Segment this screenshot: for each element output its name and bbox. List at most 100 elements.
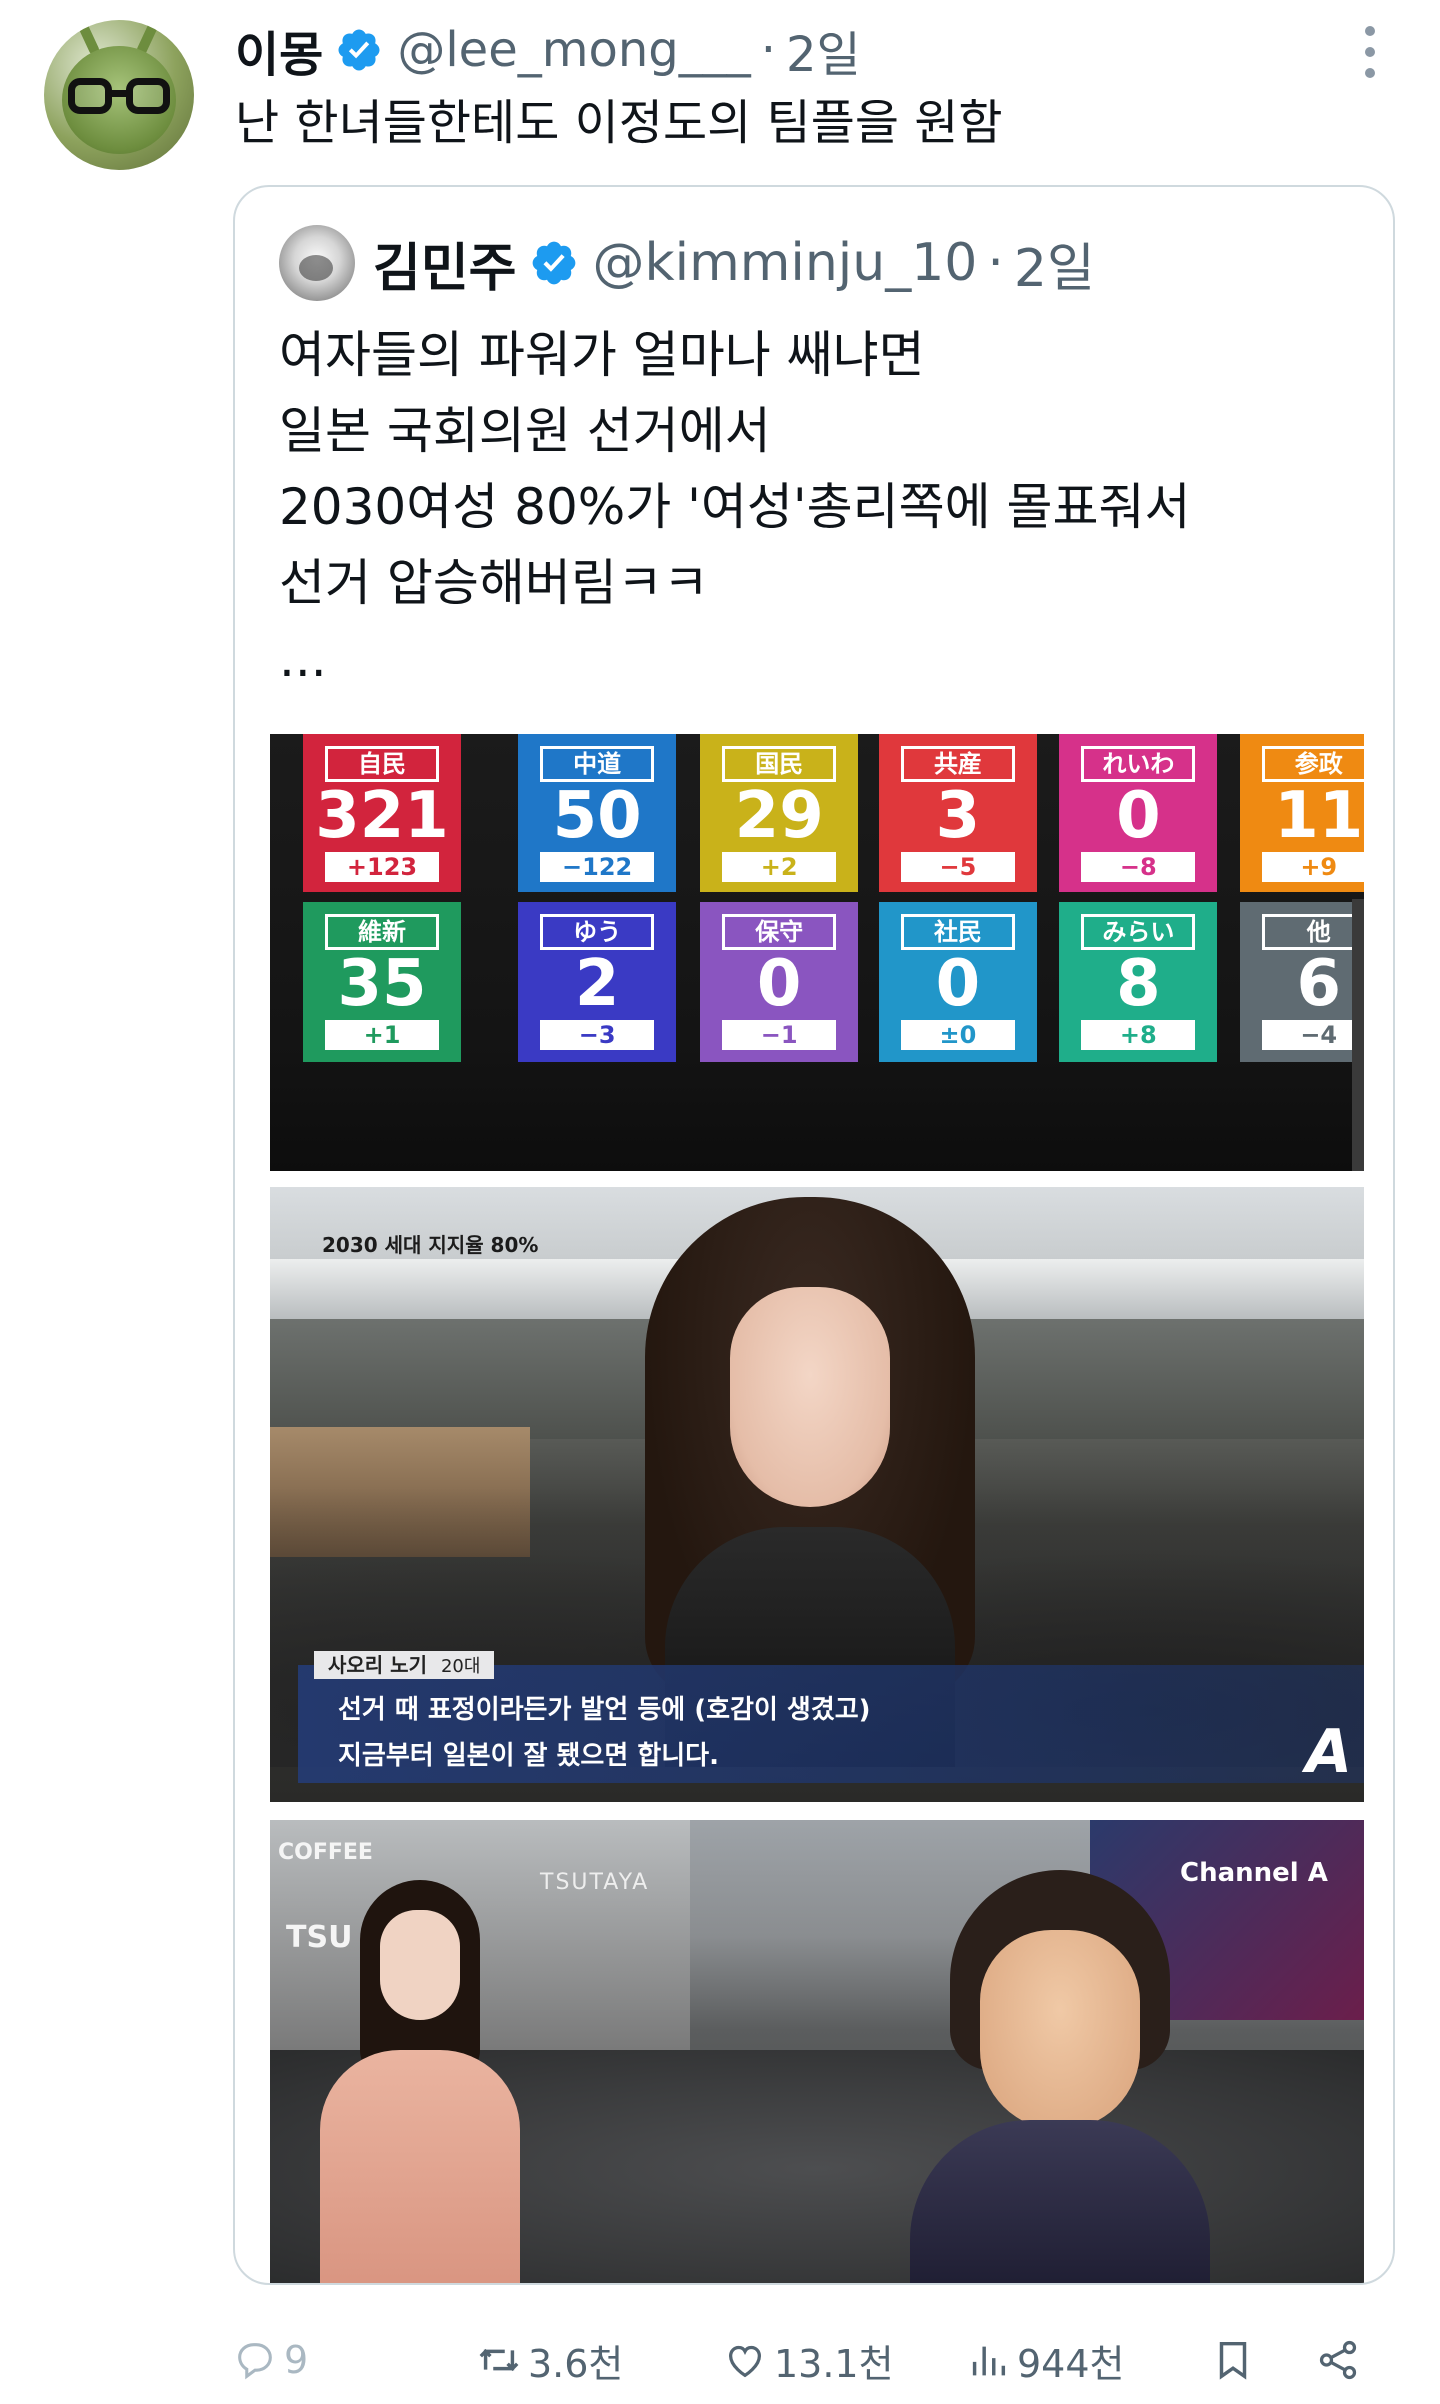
party-seat-change: −122 — [540, 852, 655, 882]
election-results-image[interactable]: 自民 321 +123 中道 50 −122 国民 29 +2 共産 3 −5 れいわ 0 −8 参政 11 +9… — [270, 734, 1364, 1171]
quoted-text-line: 여자들의 파워가 얼마나 쌔냐면 — [279, 326, 925, 384]
party-name: れいわ — [1081, 746, 1196, 782]
views-count: 944천 — [1017, 2341, 1125, 2386]
speaker-tag: 사오리 노기 20대 — [314, 1651, 495, 1679]
party-name: ゆう — [540, 914, 655, 950]
party-result-tile: 中道 50 −122 — [518, 734, 677, 892]
party-seat-change: −8 — [1081, 852, 1196, 882]
speaker-age: 20대 — [440, 1656, 481, 1677]
party-name: 共産 — [900, 746, 1015, 782]
anchor-face — [380, 1910, 460, 2020]
party-name: 国民 — [722, 746, 837, 782]
party-seat-change: ±0 — [900, 1020, 1015, 1050]
quoted-tweet-card[interactable]: 김민주 @kimminju_10 · 2일 여자들의 파워가 얼마나 쌔냐면 일… — [233, 185, 1395, 2285]
views-button[interactable]: 944천 — [965, 2332, 1125, 2388]
prime-minister — [910, 1870, 1210, 2283]
party-result-tile: 社民 0 ±0 — [878, 902, 1037, 1062]
pm-face — [980, 1930, 1140, 2130]
party-seats: 11 — [1274, 779, 1364, 853]
party-seat-change: −1 — [722, 1020, 837, 1050]
separator: · — [987, 233, 1004, 293]
like-button[interactable]: 13.1천 — [722, 2332, 894, 2388]
party-result-tile: みらい 8 +8 — [1059, 902, 1218, 1062]
verified-badge-icon — [529, 238, 579, 288]
party-seats: 8 — [1116, 947, 1161, 1021]
party-result-tile: 自民 321 +123 — [303, 734, 461, 892]
image-edge — [1352, 899, 1364, 1171]
party-name: 他 — [1261, 914, 1364, 950]
party-result-tile: 共産 3 −5 — [878, 734, 1037, 892]
glasses-bridge — [110, 90, 128, 97]
party-seats: 50 — [552, 779, 642, 853]
party-seat-change: −3 — [540, 1020, 655, 1050]
author-handle[interactable]: @lee_mong___ — [397, 22, 750, 78]
quoted-text-line: 2030여성 80%가 '여성'총리쪽에 몰표줘서 — [279, 478, 1191, 536]
party-seats: 3 — [935, 779, 981, 853]
interview-image[interactable]: 2030 세대 지지율 80% 사오리 노기 20대 선거 때 표정이라든가 발언… — [270, 1187, 1364, 1802]
subtitle-line-2: 지금부터 일본이 잘 됐으면 합니다. — [338, 1741, 719, 1771]
more-options-icon[interactable] — [1360, 26, 1380, 78]
like-count: 13.1천 — [774, 2341, 894, 2386]
speaker-name: 사오리 노기 — [328, 1653, 427, 1677]
party-seat-change: +8 — [1081, 1020, 1196, 1050]
retweet-icon — [479, 2348, 519, 2372]
party-seats: 29 — [734, 779, 824, 853]
news-anchor — [320, 1880, 520, 2283]
corner-caption: 2030 세대 지지율 80% — [322, 1233, 539, 1257]
quoted-text-line: 일본 국회의원 선거에서 — [279, 402, 771, 460]
party-result-tile: れいわ 0 −8 — [1059, 734, 1218, 892]
heart-icon — [728, 2345, 762, 2378]
quoted-author-avatar — [279, 225, 355, 301]
party-result-tile: 他 6 −4 — [1239, 902, 1364, 1062]
coffee-sign: COFFEE — [278, 1840, 373, 1865]
quoted-handle: @kimminju_10 — [592, 233, 978, 293]
tweet-time[interactable]: 2일 — [786, 15, 861, 85]
party-name: みらい — [1081, 914, 1196, 950]
quoted-text-line: ... — [279, 630, 327, 688]
reply-button[interactable]: 9 — [232, 2332, 308, 2388]
subtitle-line-1: 선거 때 표정이라든가 발언 등에 (호감이 생겼고) — [338, 1695, 871, 1725]
party-seats: 6 — [1296, 947, 1341, 1021]
reply-icon — [238, 2343, 272, 2380]
party-seat-change: +1 — [325, 1020, 439, 1050]
anchor-jacket — [320, 2050, 520, 2283]
quoted-display-name: 김민주 — [373, 238, 517, 299]
bookmark-button[interactable] — [1210, 2332, 1262, 2388]
glasses-lens-left — [68, 78, 112, 114]
glasses-lens-right — [126, 78, 170, 114]
share-button[interactable] — [1315, 2332, 1367, 2388]
interviewee-face — [730, 1287, 890, 1507]
party-name: 維新 — [325, 914, 439, 950]
retweet-button[interactable]: 3.6천 — [476, 2332, 623, 2388]
party-name: 保守 — [722, 914, 837, 950]
party-seats: 35 — [337, 947, 427, 1021]
quoted-header: 김민주 @kimminju_10 · 2일 — [279, 223, 1095, 303]
party-seats: 0 — [756, 947, 802, 1021]
party-seat-change: +2 — [722, 852, 837, 882]
quoted-time: 2일 — [1013, 238, 1095, 299]
party-seat-change: −5 — [900, 852, 1015, 882]
bookmark-icon — [1219, 2341, 1247, 2380]
street-scene-image[interactable]: COFFEE TSU TSUTAYA Channel A — [270, 1820, 1364, 2283]
party-seats: 321 — [315, 779, 449, 853]
party-seats: 0 — [935, 947, 981, 1021]
party-result-tile: 国民 29 +2 — [700, 734, 859, 892]
party-seat-change: +9 — [1261, 852, 1364, 882]
verified-badge-icon — [335, 26, 383, 74]
pm-jacket — [910, 2120, 1210, 2283]
tweet-text: 난 한녀들한테도 이정도의 팀플을 원함 — [235, 95, 1003, 151]
share-icon — [1319, 2340, 1357, 2380]
tsutaya-sign: TSUTAYA — [540, 1870, 650, 1895]
party-seats: 0 — [1116, 779, 1161, 853]
party-name: 社民 — [900, 914, 1015, 950]
party-result-tile: 参政 11 +9 — [1239, 734, 1364, 892]
tweet-actions: 9 3.6천 13.1천 944천 — [0, 2320, 1440, 2400]
party-result-tile: 維新 35 +1 — [303, 902, 461, 1062]
party-seats: 2 — [574, 947, 620, 1021]
author-avatar[interactable] — [44, 20, 194, 170]
party-result-tile: 保守 0 −1 — [700, 902, 859, 1062]
author-display-name[interactable]: 이몽 — [235, 15, 323, 85]
party-seat-change: +123 — [325, 852, 439, 882]
views-icon — [972, 2346, 1006, 2376]
separator: · — [760, 22, 777, 78]
